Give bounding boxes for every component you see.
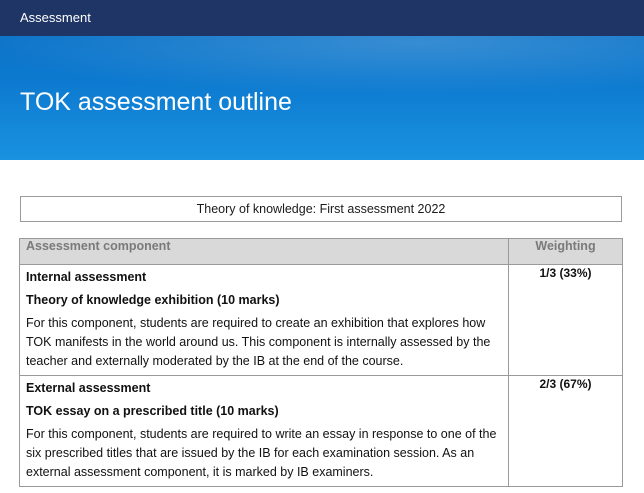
component-cell-internal: Internal assessment Theory of knowledge … <box>19 264 509 376</box>
component-description: For this component, students are require… <box>26 316 491 368</box>
component-subheading: TOK essay on a prescribed title (10 mark… <box>26 404 279 418</box>
assessment-table: Assessment component Weighting Internal … <box>19 238 623 487</box>
weighting-value: 1/3 (33%) <box>508 264 623 376</box>
top-bar: Assessment <box>0 0 644 36</box>
component-heading: Internal assessment <box>26 270 147 284</box>
component-description: For this component, students are require… <box>26 427 497 479</box>
component-subheading: Theory of knowledge exhibition (10 marks… <box>26 293 280 307</box>
component-heading: External assessment <box>26 381 151 395</box>
subject-caption: Theory of knowledge: First assessment 20… <box>20 196 622 222</box>
component-cell-external: External assessment TOK essay on a presc… <box>19 375 509 487</box>
table-row-internal: Internal assessment Theory of knowledge … <box>19 264 623 376</box>
table-header-row: Assessment component Weighting <box>19 238 623 265</box>
section-label: Assessment <box>20 10 91 25</box>
title-banner: TOK assessment outline <box>0 36 644 160</box>
page-title: TOK assessment outline <box>20 88 292 116</box>
header-assessment-component: Assessment component <box>19 238 509 265</box>
weighting-value: 2/3 (67%) <box>508 375 623 487</box>
header-weighting: Weighting <box>508 238 623 265</box>
table-row-external: External assessment TOK essay on a presc… <box>19 375 623 487</box>
